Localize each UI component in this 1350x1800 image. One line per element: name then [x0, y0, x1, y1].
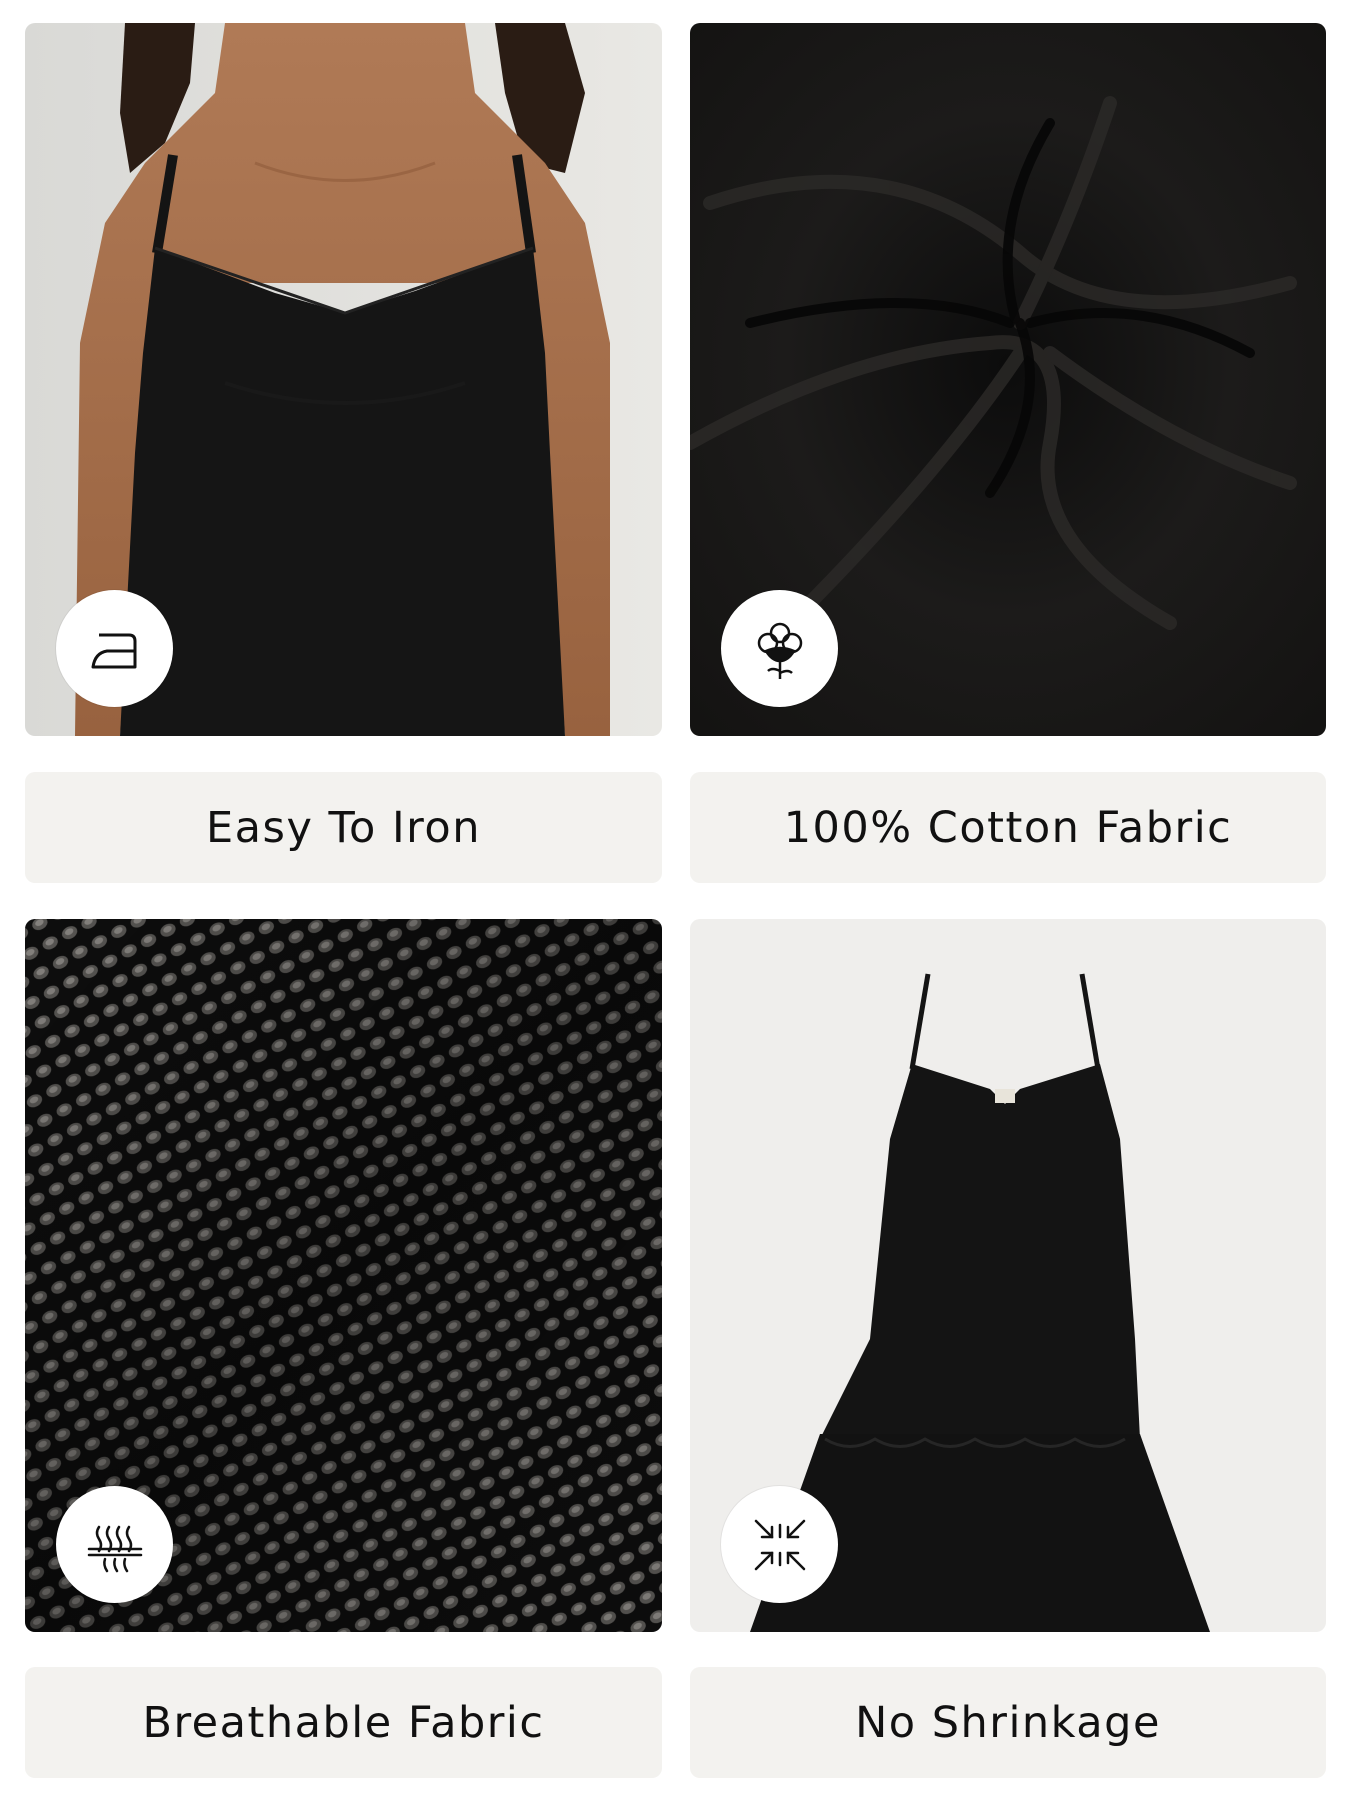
feature-label-box-cotton: 100% Cotton Fabric: [690, 772, 1326, 883]
iron-badge: [56, 590, 173, 707]
shrinkage-badge: [721, 1486, 838, 1603]
no-shrinkage-icon: [754, 1519, 805, 1570]
iron-icon: [91, 633, 136, 668]
breathable-badge: [56, 1486, 173, 1603]
feature-tile-easy-to-iron: [25, 23, 662, 736]
feature-label-cotton: 100% Cotton Fabric: [783, 802, 1233, 853]
feature-label-box-easy-to-iron: Easy To Iron: [25, 772, 662, 883]
feature-label-box-breathable: Breathable Fabric: [25, 1667, 662, 1778]
feature-label-easy-to-iron: Easy To Iron: [206, 802, 481, 853]
feature-tile-no-shrinkage: [690, 919, 1326, 1632]
cotton-badge: [721, 590, 838, 707]
cotton-flower-icon: [757, 622, 802, 679]
breathable-fabric-icon: [87, 1525, 142, 1572]
feature-tile-breathable-fabric: [25, 919, 662, 1632]
feature-label-box-no-shrinkage: No Shrinkage: [690, 1667, 1326, 1778]
feature-label-breathable: Breathable Fabric: [142, 1697, 545, 1748]
feature-tile-cotton-fabric: [690, 23, 1326, 736]
feature-label-no-shrinkage: No Shrinkage: [855, 1697, 1161, 1748]
